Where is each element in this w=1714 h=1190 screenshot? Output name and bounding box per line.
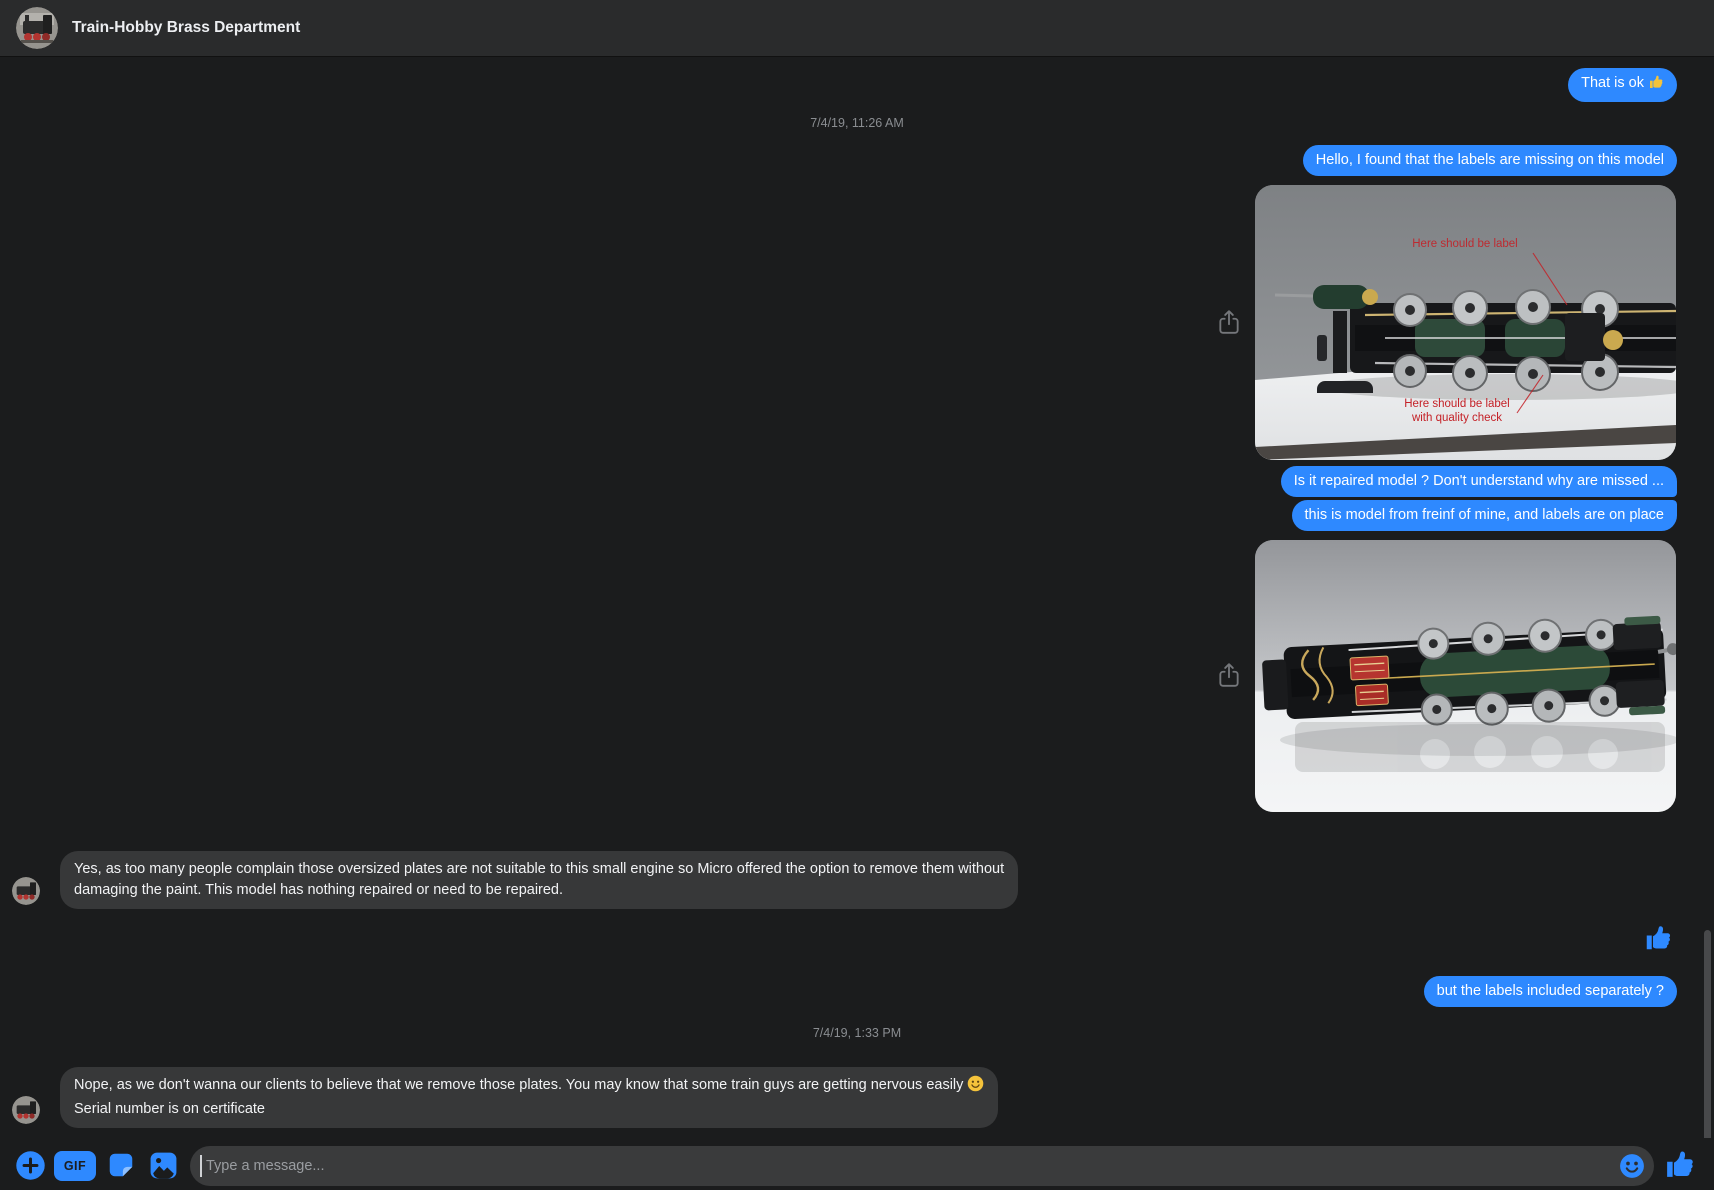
message-input[interactable] (190, 1158, 1619, 1174)
attachment-photo-labels-on-place[interactable] (1255, 540, 1676, 812)
sent-message-repaired: Is it repaired model ? Don't understand … (1281, 466, 1677, 497)
sent-message-friend: this is model from freinf of mine, and l… (1292, 500, 1677, 531)
annotation-top: Here should be label (1412, 238, 1518, 250)
message-text: Serial number is on certificate (74, 1099, 984, 1120)
conversation-title: Train-Hobby Brass Department (72, 19, 300, 37)
sender-avatar[interactable] (12, 877, 40, 905)
photo-icon[interactable] (148, 1150, 179, 1186)
attachment-photo-missing-labels[interactable]: Here should be label Here should be labe… (1255, 185, 1676, 460)
sent-message-but-labels: but the labels included separately ? (1424, 976, 1677, 1007)
message-text: Hello, I found that the labels are missi… (1316, 152, 1664, 168)
share-icon[interactable] (1216, 662, 1242, 688)
conversation-avatar[interactable] (16, 7, 58, 49)
annotation-bottom-line1: Here should be label (1404, 398, 1510, 410)
like-sticker-thumbs-up-icon[interactable] (1643, 923, 1673, 953)
text-cursor (200, 1155, 202, 1177)
message-text: Yes, as too many people complain those o… (74, 859, 1004, 880)
received-message-yes: Yes, as too many people complain those o… (60, 851, 1018, 909)
gif-icon[interactable]: GIF (54, 1151, 96, 1181)
send-like-thumbs-up-icon[interactable] (1663, 1148, 1696, 1186)
message-text: but the labels included separately ? (1437, 983, 1664, 999)
messenger-window: Train-Hobby Brass Department That is ok … (0, 0, 1714, 1190)
received-message-nope: Nope, as we don't wanna our clients to b… (60, 1067, 998, 1128)
sender-avatar[interactable] (12, 1096, 40, 1124)
thumbs-up-emoji (1648, 74, 1664, 96)
message-text: That is ok (1581, 75, 1644, 91)
conversation-header: Train-Hobby Brass Department (0, 0, 1714, 57)
emoji-icon[interactable] (1619, 1153, 1645, 1179)
plus-icon[interactable] (15, 1150, 46, 1186)
timestamp: 7/4/19, 11:26 AM (0, 116, 1714, 130)
share-icon[interactable] (1216, 309, 1242, 335)
smiley-emoji (967, 1075, 984, 1099)
sent-message-hello: Hello, I found that the labels are missi… (1303, 145, 1677, 176)
message-input-pill[interactable] (190, 1146, 1654, 1186)
timestamp: 7/4/19, 1:33 PM (0, 1026, 1714, 1040)
message-text: this is model from freinf of mine, and l… (1305, 507, 1664, 523)
sent-message-that-is-ok: That is ok (1568, 68, 1677, 102)
message-text: damaging the paint. This model has nothi… (74, 880, 1004, 901)
annotation-bottom-line2: with quality check (1411, 412, 1502, 424)
message-text: Is it repaired model ? Don't understand … (1294, 473, 1664, 489)
train-avatar-image (16, 7, 58, 49)
message-text: Nope, as we don't wanna our clients to b… (74, 1075, 984, 1099)
sticker-icon[interactable] (106, 1150, 136, 1185)
